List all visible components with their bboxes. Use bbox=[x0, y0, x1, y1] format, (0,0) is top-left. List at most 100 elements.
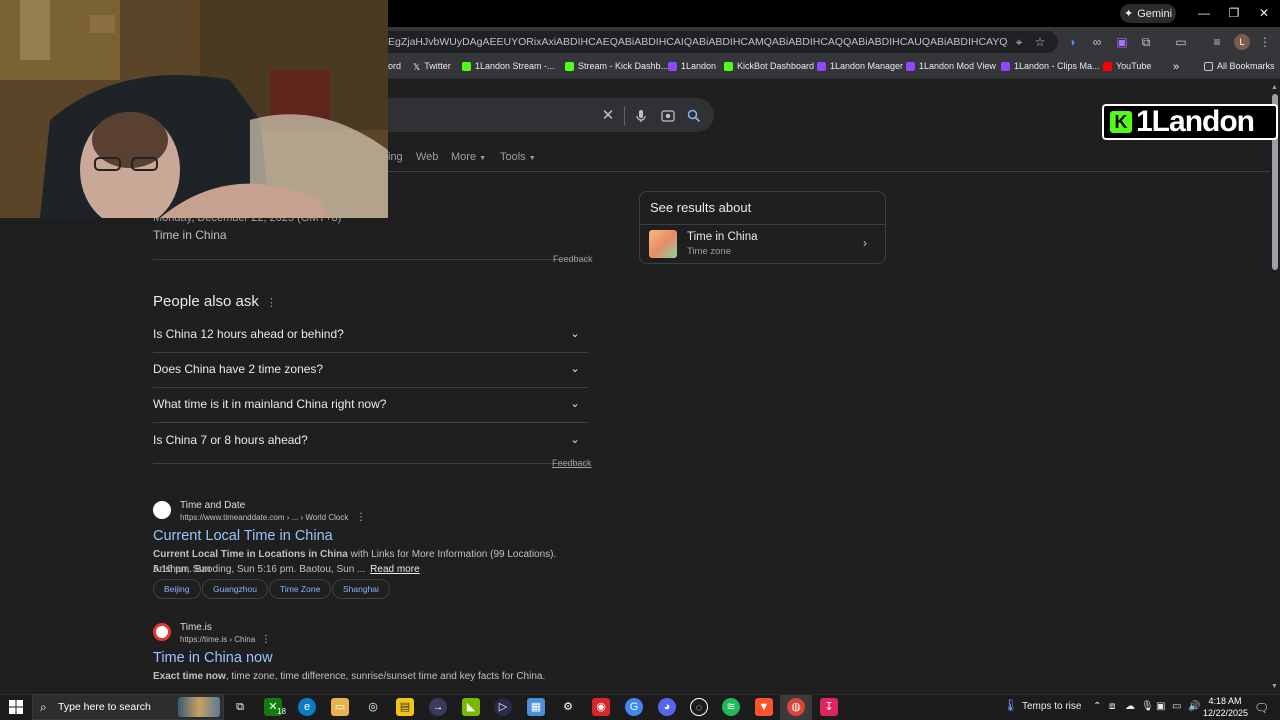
chrome-icon[interactable]: ◍ bbox=[787, 698, 805, 716]
tab-tools[interactable]: Tools ▼ bbox=[500, 151, 536, 163]
scroll-up-icon[interactable]: ▲ bbox=[1271, 84, 1278, 91]
search-icon[interactable] bbox=[686, 108, 702, 124]
settings-gear-icon[interactable]: ⚙ bbox=[559, 698, 577, 716]
file-explorer-icon[interactable]: ▭ bbox=[331, 698, 349, 716]
clock-time[interactable]: 4:18 AM bbox=[1203, 696, 1247, 706]
bookmark-label: ord bbox=[388, 61, 402, 71]
paa-question[interactable]: What time is it in mainland China right … bbox=[153, 397, 386, 411]
tab-partial[interactable]: ing bbox=[388, 151, 403, 163]
microphone-icon[interactable] bbox=[633, 108, 649, 124]
reading-list-icon[interactable]: ≡ bbox=[1209, 34, 1225, 50]
discord-icon[interactable]: ◕ bbox=[658, 698, 676, 716]
chevron-down-icon[interactable]: ⌄ bbox=[565, 430, 585, 450]
notifications-icon[interactable]: 🗨 bbox=[1254, 701, 1269, 715]
app-download-icon[interactable]: ↧ bbox=[820, 698, 838, 716]
bookmark-0[interactable]: ord bbox=[388, 61, 401, 71]
chip-shanghai[interactable]: Shanghai bbox=[332, 579, 390, 599]
url-text[interactable]: EgZjaHJvbWUyDAgAEEUYORixAxiABDIHCAEQABiA… bbox=[388, 36, 1008, 48]
extension-twitch-icon[interactable]: ▣ bbox=[1114, 34, 1130, 50]
feedback-link[interactable]: Feedback bbox=[553, 254, 593, 264]
bookmark-mod-view[interactable]: 1Landon Mod View bbox=[906, 61, 996, 71]
notes-app-icon[interactable]: ▤ bbox=[396, 698, 414, 716]
profile-avatar-icon[interactable]: L bbox=[1234, 34, 1250, 50]
gemini-button[interactable]: ✦ Gemini bbox=[1120, 4, 1176, 23]
result-title-link[interactable]: Time in China now bbox=[153, 650, 273, 666]
google-app-icon[interactable]: G bbox=[625, 698, 643, 716]
weather-text[interactable]: Temps to rise bbox=[1022, 701, 1081, 712]
extension-glasses-icon[interactable]: ∞ bbox=[1089, 34, 1105, 50]
lens-camera-icon[interactable] bbox=[660, 108, 676, 124]
chevron-down-icon[interactable]: ⌄ bbox=[565, 359, 585, 379]
china-map-thumbnail[interactable] bbox=[649, 230, 677, 258]
close-window-icon[interactable]: ✕ bbox=[1254, 5, 1274, 21]
location-icon[interactable]: ⌖ bbox=[1011, 34, 1027, 50]
paa-question[interactable]: Does China have 2 time zones? bbox=[153, 362, 323, 376]
bookmark-twitter[interactable]: 𝕏 Twitter bbox=[413, 61, 451, 72]
panel-item-title[interactable]: Time in China bbox=[687, 231, 758, 243]
divider bbox=[153, 422, 588, 423]
bookmark-kickbot[interactable]: KickBot Dashboard bbox=[724, 61, 814, 71]
restore-icon[interactable]: ❐ bbox=[1224, 5, 1244, 21]
brave-icon[interactable]: ▼ bbox=[755, 698, 773, 716]
all-bookmarks[interactable]: All Bookmarks bbox=[1204, 61, 1275, 71]
tray-app-icon[interactable]: ⧈ bbox=[1109, 701, 1115, 712]
app-icon-play[interactable]: ▷ bbox=[494, 698, 512, 716]
result-title-link[interactable]: Current Local Time in China bbox=[153, 528, 333, 544]
tab-web[interactable]: Web bbox=[416, 151, 438, 163]
tray-chevron-icon[interactable]: ⌃ bbox=[1093, 701, 1101, 712]
read-more-link[interactable]: Read more bbox=[370, 564, 419, 575]
bookmark-1landon[interactable]: 1Landon bbox=[668, 61, 716, 71]
bookmark-label: 1Landon Manager bbox=[830, 61, 904, 71]
steam-icon[interactable]: ◎ bbox=[364, 698, 382, 716]
calculator-icon[interactable]: ▦ bbox=[527, 698, 545, 716]
bookmark-youtube[interactable]: YouTube bbox=[1103, 61, 1151, 71]
spotify-icon[interactable]: ≋ bbox=[722, 698, 740, 716]
obs-icon[interactable]: ◌ bbox=[690, 698, 708, 716]
clock-date[interactable]: 12/22/2025 bbox=[1203, 708, 1248, 718]
extensions-puzzle-icon[interactable]: ⧉ bbox=[1138, 34, 1154, 50]
feedback-link[interactable]: Feedback bbox=[552, 458, 592, 468]
edge-icon[interactable]: e bbox=[298, 698, 316, 716]
nvidia-icon[interactable]: ◣ bbox=[462, 698, 480, 716]
bookmark-manager[interactable]: 1Landon Manager bbox=[817, 61, 903, 71]
record-app-icon[interactable]: ◉ bbox=[592, 698, 610, 716]
result-kebab-icon[interactable]: ⋮ bbox=[356, 512, 366, 523]
microphone-tray-icon[interactable]: 🎙 bbox=[1141, 701, 1154, 712]
site-name[interactable]: Time and Date bbox=[180, 500, 245, 511]
bookmark-star-icon[interactable]: ☆ bbox=[1032, 34, 1048, 50]
site-url[interactable]: https://www.timeanddate.com › ... › Worl… bbox=[180, 513, 348, 522]
task-view-icon[interactable]: ⧉ bbox=[231, 698, 249, 716]
bookmark-1landon-stream[interactable]: 1Landon Stream -... bbox=[462, 61, 555, 71]
chevron-down-icon[interactable]: ⌄ bbox=[565, 394, 585, 414]
chevron-down-icon[interactable]: ⌄ bbox=[565, 324, 585, 344]
more-bookmarks-chevron-icon[interactable]: » bbox=[1173, 61, 1179, 73]
display-icon[interactable]: ▣ bbox=[1156, 701, 1165, 712]
paa-kebab-icon[interactable]: ⋮ bbox=[266, 296, 277, 309]
cast-icon[interactable]: ▭ bbox=[1173, 34, 1189, 50]
result-kebab-icon[interactable]: ⋮ bbox=[261, 634, 271, 645]
chip-beijing[interactable]: Beijing bbox=[153, 579, 201, 599]
bookmark-kick-dashboard[interactable]: Stream - Kick Dashb... bbox=[565, 61, 668, 71]
app-icon-arrow[interactable]: → bbox=[429, 698, 447, 716]
network-icon[interactable]: ▭ bbox=[1172, 701, 1181, 712]
minimize-icon[interactable]: — bbox=[1194, 5, 1214, 21]
chip-time-zone[interactable]: Time Zone bbox=[269, 579, 332, 599]
clear-search-icon[interactable]: ✕ bbox=[600, 108, 616, 124]
extension-audio-icon[interactable]: ◗ bbox=[1065, 34, 1081, 50]
taskbar-search-placeholder[interactable]: Type here to search bbox=[58, 701, 151, 713]
kick-icon bbox=[565, 61, 574, 71]
tab-more[interactable]: More ▼ bbox=[451, 151, 486, 163]
twitch-icon bbox=[906, 61, 915, 71]
site-name[interactable]: Time.is bbox=[180, 622, 212, 633]
chevron-right-icon[interactable]: › bbox=[863, 236, 867, 250]
paa-question[interactable]: Is China 12 hours ahead or behind? bbox=[153, 327, 344, 341]
paa-question[interactable]: Is China 7 or 8 hours ahead? bbox=[153, 433, 308, 447]
bookmark-clips[interactable]: 1Landon - Clips Ma... bbox=[1001, 61, 1100, 71]
windows-start-icon[interactable] bbox=[8, 699, 24, 715]
onedrive-icon[interactable]: ☁ bbox=[1125, 701, 1135, 712]
site-url[interactable]: https://time.is › China bbox=[180, 635, 255, 644]
menu-kebab-icon[interactable]: ⋮ bbox=[1257, 34, 1273, 50]
volume-icon[interactable]: 🔊 bbox=[1188, 701, 1200, 712]
chip-guangzhou[interactable]: Guangzhou bbox=[202, 579, 268, 599]
scroll-down-icon[interactable]: ▼ bbox=[1271, 683, 1278, 690]
